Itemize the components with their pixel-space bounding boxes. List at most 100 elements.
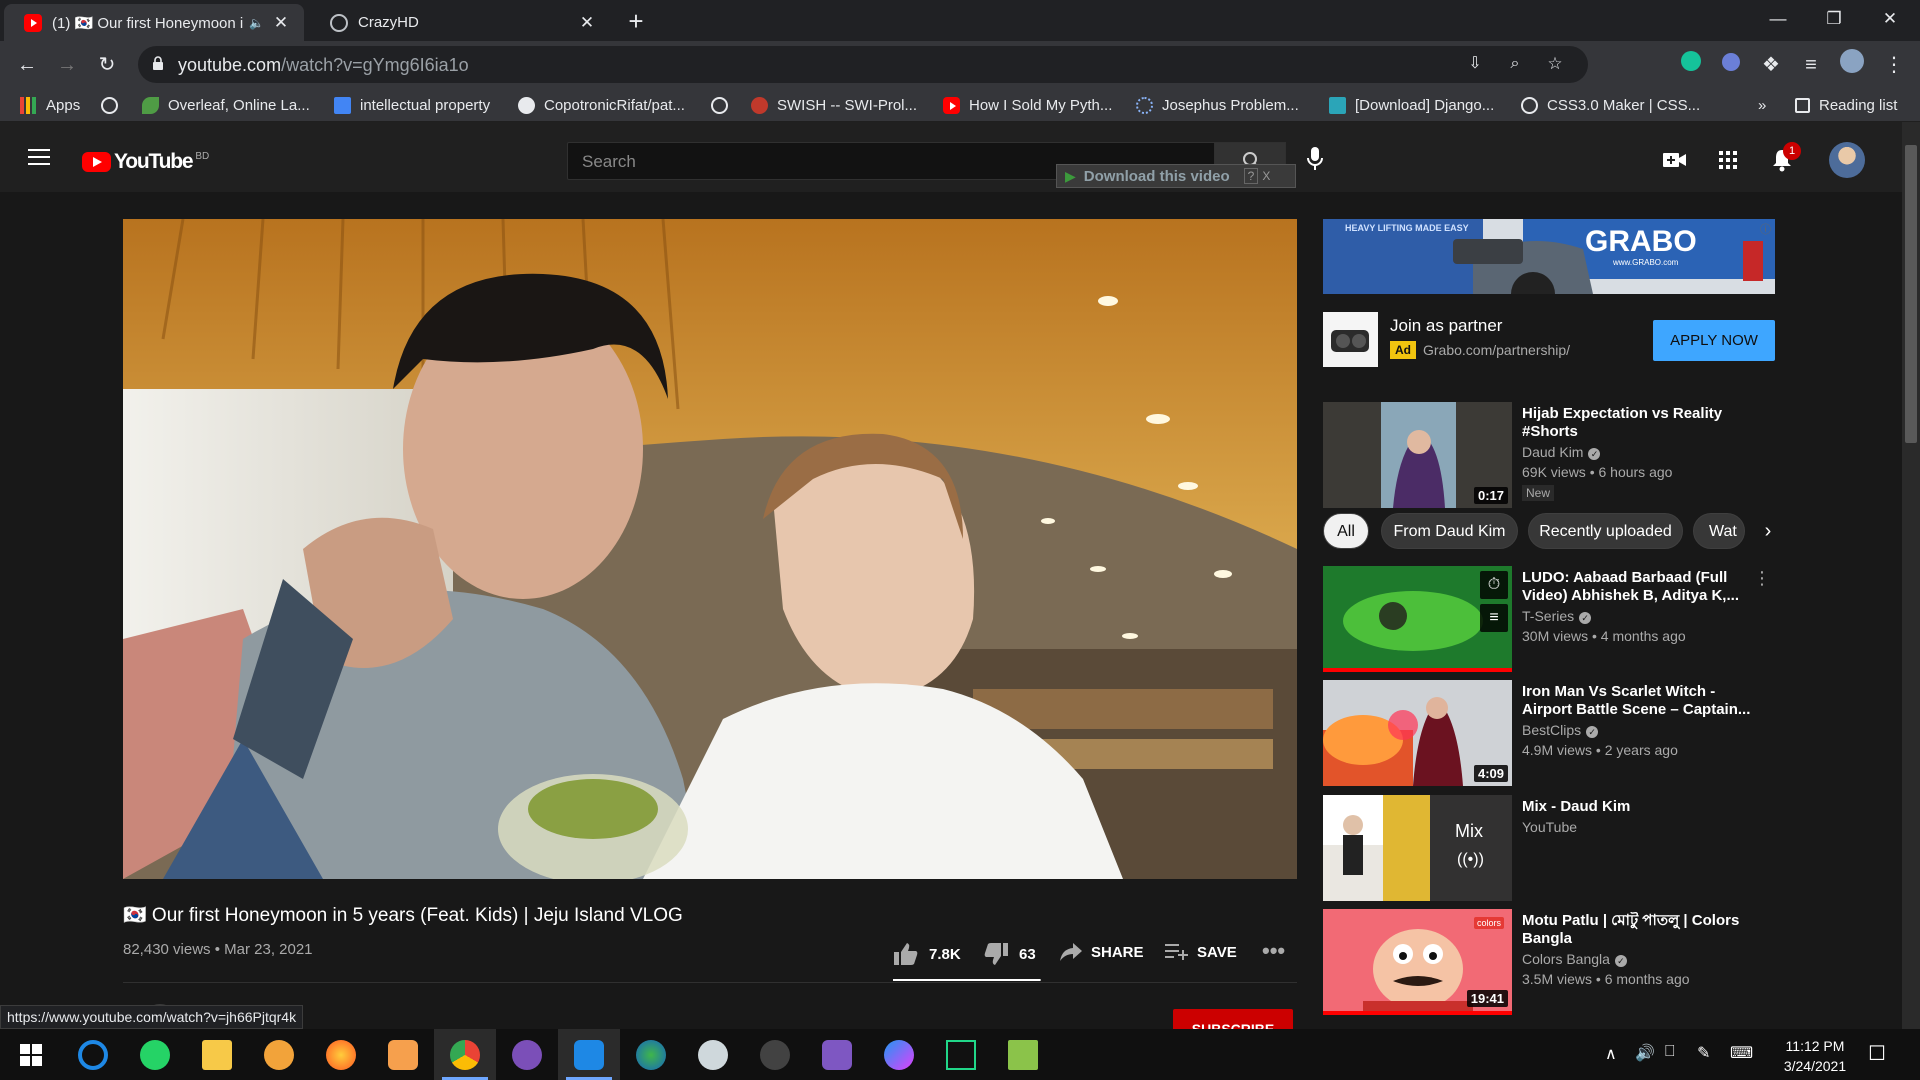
taskbar-app-pycharm[interactable]: [930, 1029, 992, 1080]
video-title[interactable]: Motu Patlu | মোটু পাতলু | Colors Bangla: [1522, 912, 1762, 948]
taskbar-app-sync[interactable]: [62, 1029, 124, 1080]
back-button[interactable]: ←: [11, 49, 43, 81]
save-button[interactable]: SAVE: [1165, 942, 1237, 962]
chip-watched[interactable]: Wat: [1693, 513, 1745, 549]
close-tab-icon[interactable]: ✕: [578, 13, 596, 33]
volume-icon[interactable]: 🔊: [1635, 1043, 1655, 1063]
video-thumbnail[interactable]: Mix ((•)): [1323, 795, 1512, 901]
download-video-bar[interactable]: ▶ Download this video ? X: [1056, 164, 1296, 188]
network-icon[interactable]: ⎕: [1665, 1043, 1675, 1061]
bookmark-overleaf[interactable]: Overleaf, Online La...: [142, 95, 310, 115]
hamburger-menu-icon[interactable]: [28, 149, 50, 165]
page-scrollbar-thumb[interactable]: [1905, 145, 1917, 443]
extension-icon[interactable]: [1715, 49, 1747, 81]
account-avatar[interactable]: [1829, 142, 1865, 178]
taskbar-app-visual-studio[interactable]: [806, 1029, 868, 1080]
bookmark-youtube[interactable]: How I Sold My Pyth...: [943, 95, 1112, 115]
bookmark-josephus[interactable]: Josephus Problem...: [1136, 95, 1299, 115]
video-thumbnail[interactable]: 0:17: [1323, 402, 1512, 508]
taskbar-app-globe[interactable]: [620, 1029, 682, 1080]
recommendation-item[interactable]: colors 19:41 Motu Patlu | মোটু পাতলু | C…: [1323, 909, 1783, 1015]
taskbar-app-vscode[interactable]: [558, 1029, 620, 1080]
recommendation-item[interactable]: ⏱ ≡ LUDO: Aabaad Barbaad (Full Video) Ab…: [1323, 566, 1783, 672]
recommendation-item[interactable]: 4:09 Iron Man Vs Scarlet Witch - Airport…: [1323, 680, 1783, 786]
restore-button[interactable]: ❐: [1806, 0, 1862, 38]
profile-avatar[interactable]: [1836, 49, 1868, 81]
new-tab-button[interactable]: +: [620, 6, 652, 36]
media-queue-icon[interactable]: ≡: [1795, 49, 1827, 81]
apply-now-button[interactable]: APPLY NOW: [1653, 320, 1775, 361]
chip-all[interactable]: All: [1323, 513, 1369, 549]
download-help-icon[interactable]: ?: [1243, 168, 1259, 184]
more-options-icon[interactable]: ⋮: [1753, 568, 1771, 589]
ad-info-icon[interactable]: ⓘ: [1760, 221, 1771, 237]
install-icon[interactable]: ⇩: [1459, 48, 1491, 80]
chip-recently-uploaded[interactable]: Recently uploaded: [1528, 513, 1683, 549]
taskbar-app-messenger[interactable]: [868, 1029, 930, 1080]
bookmark-swish[interactable]: SWISH -- SWI-Prol...: [751, 95, 917, 115]
notification-center-icon[interactable]: ☐: [1868, 1041, 1886, 1066]
microphone-icon[interactable]: [1306, 147, 1324, 171]
minimize-button[interactable]: —: [1750, 0, 1806, 38]
apps-grid-icon[interactable]: [1719, 151, 1737, 169]
dislike-button[interactable]: 63: [983, 942, 1036, 966]
taskbar-app-whatsapp[interactable]: [124, 1029, 186, 1080]
bookmark-css[interactable]: CSS3.0 Maker | CSS...: [1521, 95, 1700, 115]
reload-button[interactable]: ↻: [91, 49, 123, 81]
video-thumbnail[interactable]: 4:09: [1323, 680, 1512, 786]
add-to-queue-icon[interactable]: ≡: [1480, 604, 1508, 632]
video-title[interactable]: Mix - Daud Kim: [1522, 798, 1762, 816]
ad-product-thumbnail[interactable]: [1323, 312, 1378, 367]
keyboard-icon[interactable]: ⌨: [1730, 1043, 1753, 1063]
reading-list-button[interactable]: Reading list: [1795, 95, 1897, 115]
video-title[interactable]: Iron Man Vs Scarlet Witch - Airport Batt…: [1522, 683, 1762, 719]
tab-crazyhd[interactable]: CrazyHD ✕: [310, 4, 610, 41]
taskbar-app-firefox[interactable]: [310, 1029, 372, 1080]
show-hidden-icons-chevron[interactable]: ∧: [1605, 1044, 1617, 1064]
tab-youtube[interactable]: (1) 🇰🇷 Our first Honeymoon i 🔈 ✕: [4, 4, 304, 41]
zoom-icon[interactable]: ⌕: [1499, 48, 1531, 80]
bookmark-globe-2[interactable]: [711, 95, 737, 115]
video-thumbnail[interactable]: colors 19:41: [1323, 909, 1512, 1015]
taskbar-app-inkscape[interactable]: [744, 1029, 806, 1080]
grammarly-extension-icon[interactable]: [1675, 49, 1707, 81]
taskbar-app-file-explorer[interactable]: [186, 1029, 248, 1080]
ad-title[interactable]: Join as partner: [1390, 316, 1502, 336]
bookmarks-overflow-button[interactable]: »: [1758, 95, 1766, 115]
bookmark-django[interactable]: [Download] Django...: [1329, 95, 1494, 115]
video-thumbnail[interactable]: ⏱ ≡: [1323, 566, 1512, 672]
forward-button[interactable]: →: [51, 49, 83, 81]
recommendation-item[interactable]: Mix ((•)) Mix - Daud Kim YouTube: [1323, 795, 1783, 901]
taskbar-app-paint[interactable]: [372, 1029, 434, 1080]
taskbar-app-notepad[interactable]: [992, 1029, 1054, 1080]
bookmark-apps[interactable]: Apps: [20, 95, 80, 115]
share-button[interactable]: SHARE: [1059, 942, 1144, 962]
start-button[interactable]: [0, 1029, 62, 1080]
create-video-icon[interactable]: [1663, 152, 1687, 168]
bookmark-ip[interactable]: intellectual property: [334, 95, 490, 115]
chip-from-channel[interactable]: From Daud Kim: [1381, 513, 1518, 549]
taskbar-app-chrome[interactable]: [434, 1029, 496, 1080]
taskbar-app-vpn[interactable]: [248, 1029, 310, 1080]
ad-banner[interactable]: HEAVY LIFTING MADE EASY GRABO www.GRABO.…: [1323, 219, 1775, 294]
video-title[interactable]: Hijab Expectation vs Reality #Shorts: [1522, 405, 1762, 441]
more-actions-icon[interactable]: •••: [1262, 938, 1285, 964]
watch-later-icon[interactable]: ⏱: [1480, 571, 1508, 599]
video-title[interactable]: LUDO: Aabaad Barbaad (Full Video) Abhish…: [1522, 569, 1762, 605]
close-window-button[interactable]: ✕: [1862, 0, 1918, 38]
recommendation-item[interactable]: 0:17 Hijab Expectation vs Reality #Short…: [1323, 402, 1783, 508]
close-tab-icon[interactable]: ✕: [272, 13, 290, 33]
chrome-menu-icon[interactable]: ⋮: [1878, 49, 1910, 81]
subscribe-button[interactable]: SUBSCRIBE: [1173, 1009, 1293, 1029]
chips-next-chevron-icon[interactable]: ›: [1745, 513, 1791, 549]
like-button[interactable]: 7.8K: [893, 942, 961, 966]
taskbar-app-brain[interactable]: [682, 1029, 744, 1080]
youtube-logo[interactable]: YouTube BD: [82, 150, 209, 174]
video-player[interactable]: [123, 219, 1297, 879]
taskbar-app-github[interactable]: [496, 1029, 558, 1080]
bookmark-github[interactable]: CopotronicRifat/pat...: [518, 95, 685, 115]
download-close-icon[interactable]: X: [1262, 169, 1270, 183]
taskbar-clock[interactable]: 11:12 PM 3/24/2021: [1770, 1036, 1860, 1076]
bookmark-globe[interactable]: [101, 95, 127, 115]
bookmark-star-icon[interactable]: ☆: [1539, 48, 1571, 80]
